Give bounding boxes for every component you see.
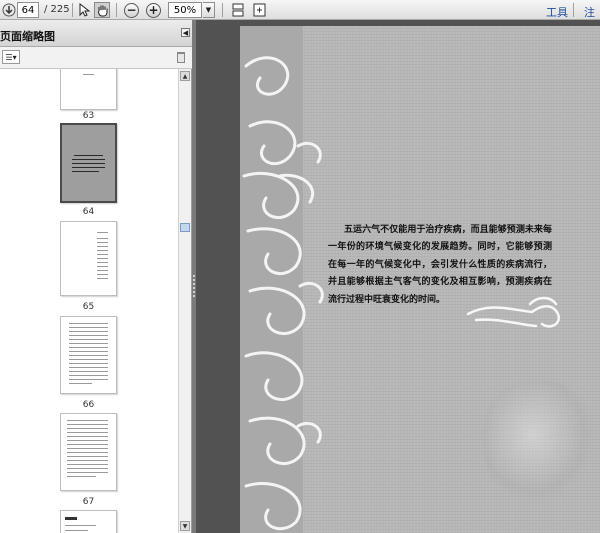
- cursor-arrow-icon: [79, 3, 90, 17]
- panel-title: 页面缩略图: [0, 30, 55, 43]
- page-total: / 225: [44, 4, 70, 15]
- hand-tool-button[interactable]: [94, 2, 110, 18]
- chevron-down-icon: ▼: [182, 522, 188, 530]
- thumbnail-list: 63 64 65 66 67: [0, 69, 178, 533]
- previous-page-button[interactable]: [1, 2, 17, 18]
- thumbnail-page[interactable]: [60, 510, 117, 533]
- chevron-left-icon: ◀: [182, 28, 189, 37]
- plus-icon: +: [146, 2, 161, 18]
- fit-page-icon: [253, 3, 265, 17]
- toolbar-divider: [116, 3, 117, 17]
- trash-icon[interactable]: [177, 52, 185, 63]
- chevron-up-icon: ▲: [182, 72, 188, 80]
- tools-menu[interactable]: 工具: [546, 4, 568, 20]
- thumbnail-scrollbar[interactable]: ▲ ▼: [178, 69, 191, 533]
- arrow-down-icon: [2, 3, 16, 17]
- chevron-down-icon: ▼: [205, 6, 212, 14]
- thumbnail-panel: 页面缩略图 ◀ ☰▾ 63 64 65 66 67 ▲ ▼: [0, 20, 192, 533]
- zoom-in-button[interactable]: +: [146, 2, 161, 18]
- collapse-panel-button[interactable]: ◀: [181, 28, 190, 37]
- thumbnail-label: 65: [82, 302, 95, 312]
- thumbnail-page[interactable]: [60, 221, 117, 296]
- fit-page-button[interactable]: [251, 2, 267, 18]
- toolbar-divider: [72, 3, 73, 17]
- thumbnail-label: 66: [82, 400, 95, 410]
- minus-icon: −: [124, 2, 139, 18]
- background-stone-shape: [483, 381, 593, 501]
- splitter-grip-icon: [193, 275, 195, 297]
- scroll-pages-icon: [232, 3, 244, 17]
- thumbnail-page[interactable]: [60, 413, 117, 491]
- toolbar-divider: [573, 3, 574, 17]
- zoom-dropdown-button[interactable]: ▼: [203, 2, 215, 18]
- thumbnail-label: 63: [82, 111, 95, 121]
- thumbnail-page-selected[interactable]: [60, 123, 117, 203]
- thumbnail-page[interactable]: [60, 69, 117, 110]
- thumbnail-label: 67: [82, 497, 95, 507]
- scroll-up-button[interactable]: ▲: [180, 71, 190, 81]
- scroll-down-button[interactable]: ▼: [180, 521, 190, 531]
- select-tool-button[interactable]: [76, 2, 92, 18]
- thumbnail-page[interactable]: [60, 316, 117, 394]
- scrollbar-thumb[interactable]: [180, 223, 190, 232]
- main-toolbar: / 225 − + ▼ 工具 注释: [0, 0, 600, 35]
- panel-options-bar: ☰▾: [0, 47, 192, 69]
- zoom-out-button[interactable]: −: [124, 2, 139, 18]
- options-icon: ☰▾: [5, 52, 17, 62]
- document-page: 五运六气不仅能用于治疗疾病，而且能够预测未来每一年份的环境气候变化的发展趋势。同…: [240, 26, 600, 533]
- hand-icon: [97, 5, 107, 16]
- toolbar-divider: [222, 3, 223, 17]
- options-menu-button[interactable]: ☰▾: [2, 50, 20, 64]
- page-number-input[interactable]: [17, 2, 39, 18]
- zoom-level-input[interactable]: [168, 2, 202, 18]
- document-view[interactable]: 五运六气不仅能用于治疗疾病，而且能够预测未来每一年份的环境气候变化的发展趋势。同…: [196, 20, 600, 533]
- scrolling-mode-button[interactable]: [230, 2, 246, 18]
- thumbnail-label: 64: [82, 207, 95, 217]
- page-paragraph: 五运六气不仅能用于治疗疾病，而且能够预测未来每一年份的环境气候变化的发展趋势。同…: [328, 225, 552, 305]
- panel-header: 页面缩略图 ◀: [0, 20, 192, 47]
